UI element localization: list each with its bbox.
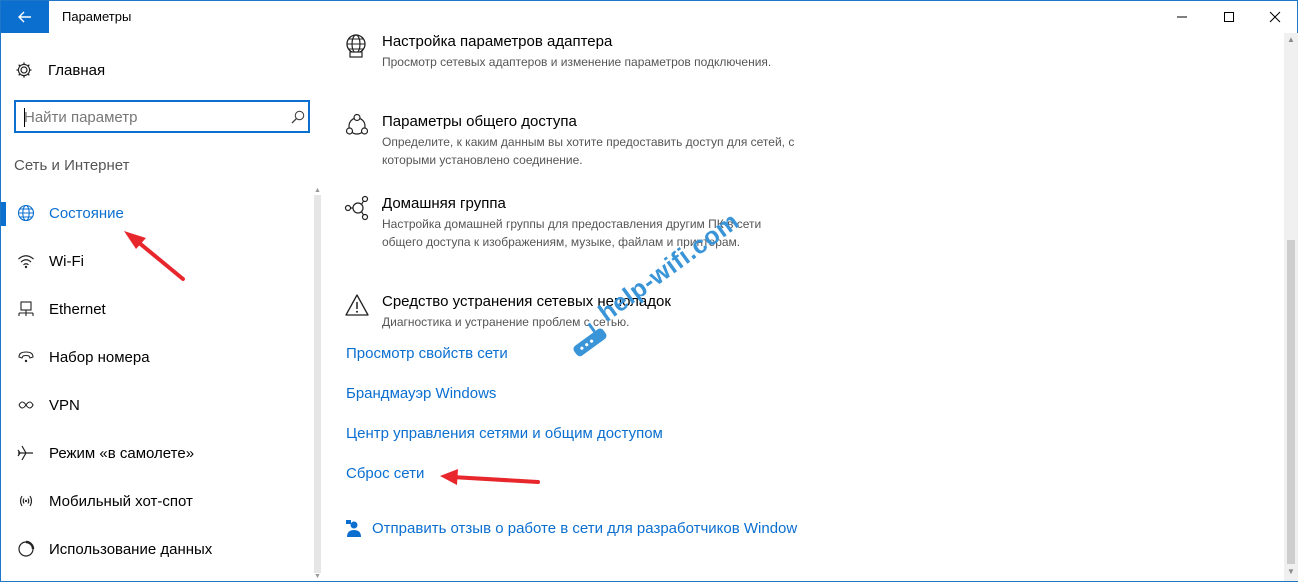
sidebar-home[interactable]: Главная — [1, 55, 311, 85]
sidebar-scrollbar[interactable]: ▲ ▼ — [312, 187, 322, 581]
section-heading: Сеть и Интернет — [14, 157, 130, 174]
sidebar-item-status[interactable]: Состояние — [1, 189, 311, 237]
hotspot-icon — [19, 495, 33, 507]
scroll-up-arrow-icon[interactable]: ▲ — [1287, 35, 1295, 44]
back-button[interactable] — [1, 1, 49, 33]
scrollbar-thumb[interactable] — [1287, 240, 1295, 564]
search-input[interactable] — [24, 107, 274, 127]
entry-title: Настройка параметров адаптера — [382, 33, 613, 50]
maximize-icon — [1224, 12, 1234, 22]
globe-icon — [17, 204, 35, 222]
sidebar-item-ethernet[interactable]: Ethernet — [1, 285, 311, 333]
sidebar-item-label: Состояние — [49, 205, 124, 222]
sidebar-item-label: VPN — [49, 397, 80, 414]
sharing-icon — [345, 113, 369, 135]
dialup-icon — [18, 351, 34, 363]
title-bar: Параметры — [1, 1, 1297, 33]
sidebar-item-hotspot[interactable]: Мобильный хот-спот — [1, 477, 311, 525]
link-windows-firewall[interactable]: Брандмауэр Windows — [346, 385, 496, 402]
sidebar-item-data-usage[interactable]: Использование данных — [1, 525, 311, 573]
link-network-reset[interactable]: Сброс сети — [346, 465, 424, 482]
sidebar: Главная Сеть и Интернет Состояние — [1, 33, 323, 581]
scrollbar-track[interactable] — [314, 195, 321, 573]
main-scrollbar[interactable]: ▲ ▼ — [1284, 33, 1298, 581]
sidebar-item-label: Набор номера — [49, 349, 150, 366]
window-title: Параметры — [62, 9, 132, 24]
entry-troubleshooter[interactable]: Средство устранения сетевых неполадок Ди… — [344, 293, 804, 333]
text-caret — [24, 108, 25, 127]
minimize-button[interactable] — [1159, 1, 1205, 33]
sidebar-item-label: Режим «в самолете» — [49, 445, 195, 462]
entry-sharing-options[interactable]: Параметры общего доступа Определите, к к… — [344, 113, 804, 169]
search-box[interactable] — [14, 100, 310, 133]
homegroup-icon — [344, 195, 369, 221]
link-view-network-properties[interactable]: Просмотр свойств сети — [346, 345, 508, 362]
maximize-button[interactable] — [1206, 1, 1252, 33]
sidebar-home-label: Главная — [48, 62, 106, 79]
active-indicator — [1, 202, 6, 226]
close-icon — [1269, 11, 1281, 23]
feedback-person-icon — [346, 520, 361, 537]
gear-icon — [16, 62, 32, 78]
entry-title: Параметры общего доступа — [382, 113, 577, 130]
vpn-icon — [18, 401, 34, 409]
sidebar-item-label: Мобильный хот-спот — [49, 493, 193, 510]
adapter-globe-icon — [346, 34, 366, 58]
ethernet-icon — [18, 301, 34, 316]
scroll-down-arrow-icon[interactable]: ▼ — [314, 573, 321, 580]
sidebar-item-label: Wi-Fi — [49, 253, 84, 270]
airplane-icon — [17, 445, 33, 461]
entry-description: Просмотр сетевых адаптеров и изменение п… — [382, 55, 772, 69]
entry-description: Диагностика и устранение проблем с сетью… — [382, 315, 630, 329]
close-button[interactable] — [1252, 1, 1298, 33]
feedback-label: Отправить отзыв о работе в сети для разр… — [372, 520, 798, 537]
back-arrow-icon — [18, 11, 31, 23]
sidebar-nav: Состояние Wi-Fi Ethernet Набор номера VP… — [1, 189, 311, 573]
warning-icon — [345, 294, 369, 316]
feedback-link[interactable]: Отправить отзыв о работе в сети для разр… — [346, 519, 806, 539]
scroll-up-arrow-icon[interactable]: ▲ — [314, 187, 321, 194]
sidebar-item-airplane[interactable]: Режим «в самолете» — [1, 429, 311, 477]
data-usage-icon — [18, 540, 35, 557]
sidebar-item-wifi[interactable]: Wi-Fi — [1, 237, 311, 285]
entry-description: Определите, к каким данным вы хотите пре… — [382, 135, 795, 167]
main-content: Настройка параметров адаптера Просмотр с… — [324, 33, 1284, 581]
scroll-down-arrow-icon[interactable]: ▼ — [1287, 567, 1295, 576]
link-network-sharing-center[interactable]: Центр управления сетями и общим доступом — [346, 425, 663, 442]
sidebar-item-vpn[interactable]: VPN — [1, 381, 311, 429]
minimize-icon — [1177, 16, 1187, 18]
wifi-icon — [18, 255, 34, 269]
search-icon[interactable] — [291, 110, 305, 124]
sidebar-item-label: Использование данных — [49, 541, 213, 558]
sidebar-item-label: Ethernet — [49, 301, 106, 318]
sidebar-item-dialup[interactable]: Набор номера — [1, 333, 311, 381]
entry-title: Домашняя группа — [382, 195, 506, 212]
entry-adapter-settings[interactable]: Настройка параметров адаптера Просмотр с… — [344, 33, 804, 89]
